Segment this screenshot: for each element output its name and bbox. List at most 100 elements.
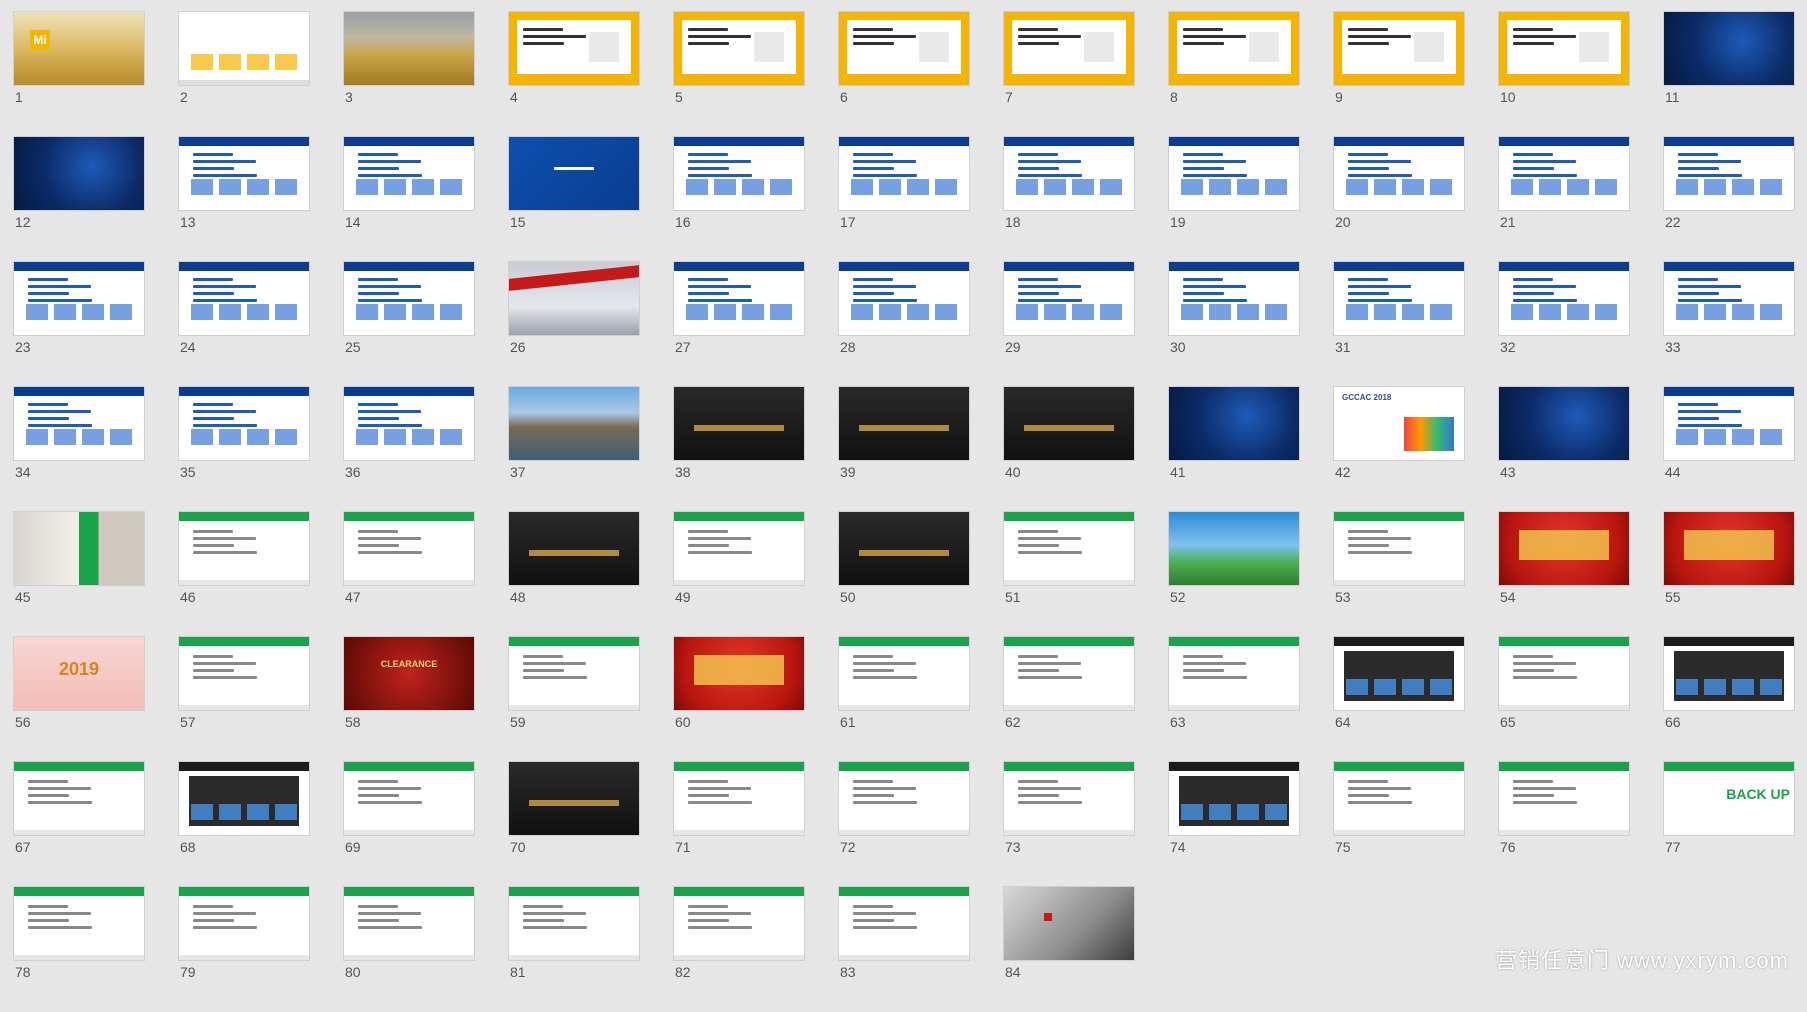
slide-thumbnail-75[interactable]: 75	[1334, 762, 1464, 887]
slide-preview[interactable]	[509, 762, 639, 835]
slide-preview[interactable]	[1664, 262, 1794, 335]
slide-preview[interactable]	[179, 387, 309, 460]
slide-thumbnail-44[interactable]: 44	[1664, 387, 1794, 512]
slide-thumbnail-63[interactable]: 63	[1169, 637, 1299, 762]
slide-thumbnail-69[interactable]: 69	[344, 762, 474, 887]
slide-preview[interactable]	[1169, 512, 1299, 585]
slide-thumbnail-53[interactable]: 53	[1334, 512, 1464, 637]
slide-thumbnail-58[interactable]: CLEARANCE 58	[344, 637, 474, 762]
slide-preview[interactable]	[14, 262, 144, 335]
slide-thumbnail-77[interactable]: BACK UP 77	[1664, 762, 1794, 887]
slide-preview[interactable]	[1499, 387, 1629, 460]
slide-thumbnail-16[interactable]: 16	[674, 137, 804, 262]
slide-preview[interactable]	[1004, 512, 1134, 585]
slide-preview[interactable]	[1169, 762, 1299, 835]
slide-thumbnail-47[interactable]: 47	[344, 512, 474, 637]
slide-preview[interactable]	[1004, 12, 1134, 85]
slide-thumbnail-4[interactable]: 4	[509, 12, 639, 137]
slide-preview[interactable]	[344, 512, 474, 585]
slide-preview[interactable]	[674, 762, 804, 835]
slide-preview[interactable]	[179, 137, 309, 210]
slide-thumbnail-11[interactable]: 11	[1664, 12, 1794, 137]
slide-preview[interactable]	[1499, 137, 1629, 210]
slide-preview[interactable]	[1499, 762, 1629, 835]
slide-thumbnail-60[interactable]: 60	[674, 637, 804, 762]
slide-thumbnail-45[interactable]: 45	[14, 512, 144, 637]
slide-preview[interactable]	[1664, 12, 1794, 85]
slide-thumbnail-54[interactable]: 54	[1499, 512, 1629, 637]
slide-preview[interactable]	[1334, 137, 1464, 210]
slide-preview[interactable]	[1334, 12, 1464, 85]
slide-thumbnail-80[interactable]: 80	[344, 887, 474, 1012]
slide-thumbnail-21[interactable]: 21	[1499, 137, 1629, 262]
slide-preview[interactable]	[1169, 262, 1299, 335]
slide-thumbnail-14[interactable]: 14	[344, 137, 474, 262]
slide-preview[interactable]	[674, 262, 804, 335]
slide-thumbnail-61[interactable]: 61	[839, 637, 969, 762]
slide-thumbnail-26[interactable]: 26	[509, 262, 639, 387]
slide-preview[interactable]: BACK UP	[1664, 762, 1794, 835]
slide-preview[interactable]	[1664, 387, 1794, 460]
slide-thumbnail-31[interactable]: 31	[1334, 262, 1464, 387]
slide-preview[interactable]	[1334, 262, 1464, 335]
slide-thumbnail-84[interactable]: 84	[1004, 887, 1134, 1012]
slide-thumbnail-34[interactable]: 34	[14, 387, 144, 512]
slide-preview[interactable]	[674, 12, 804, 85]
slide-preview[interactable]	[839, 387, 969, 460]
slide-preview[interactable]	[509, 387, 639, 460]
slide-thumbnail-42[interactable]: GCCAC 2018 42	[1334, 387, 1464, 512]
slide-preview[interactable]	[674, 637, 804, 710]
slide-preview[interactable]	[1664, 137, 1794, 210]
slide-preview[interactable]	[839, 887, 969, 960]
slide-preview[interactable]	[1664, 637, 1794, 710]
slide-thumbnail-50[interactable]: 50	[839, 512, 969, 637]
slide-preview[interactable]	[1499, 12, 1629, 85]
slide-preview[interactable]	[344, 12, 474, 85]
slide-thumbnail-17[interactable]: 17	[839, 137, 969, 262]
slide-preview[interactable]	[509, 512, 639, 585]
slide-preview[interactable]	[1004, 262, 1134, 335]
slide-thumbnail-40[interactable]: 40	[1004, 387, 1134, 512]
slide-thumbnail-79[interactable]: 79	[179, 887, 309, 1012]
slide-thumbnail-36[interactable]: 36	[344, 387, 474, 512]
slide-thumbnail-7[interactable]: 7	[1004, 12, 1134, 137]
slide-thumbnail-33[interactable]: 33	[1664, 262, 1794, 387]
slide-preview[interactable]	[1499, 637, 1629, 710]
slide-preview[interactable]	[14, 387, 144, 460]
slide-thumbnail-6[interactable]: 6	[839, 12, 969, 137]
slide-thumbnail-41[interactable]: 41	[1169, 387, 1299, 512]
slide-thumbnail-66[interactable]: 66	[1664, 637, 1794, 762]
slide-thumbnail-49[interactable]: 49	[674, 512, 804, 637]
slide-preview[interactable]	[839, 12, 969, 85]
slide-preview[interactable]	[14, 887, 144, 960]
slide-thumbnail-12[interactable]: 12	[14, 137, 144, 262]
slide-preview[interactable]	[1169, 137, 1299, 210]
slide-thumbnail-51[interactable]: 51	[1004, 512, 1134, 637]
slide-preview[interactable]	[839, 262, 969, 335]
slide-thumbnail-67[interactable]: 67	[14, 762, 144, 887]
slide-preview[interactable]	[1004, 762, 1134, 835]
slide-thumbnail-2[interactable]: 2	[179, 12, 309, 137]
slide-preview[interactable]	[1004, 387, 1134, 460]
slide-thumbnail-73[interactable]: 73	[1004, 762, 1134, 887]
slide-thumbnail-72[interactable]: 72	[839, 762, 969, 887]
slide-thumbnail-23[interactable]: 23	[14, 262, 144, 387]
slide-thumbnail-76[interactable]: 76	[1499, 762, 1629, 887]
slide-thumbnail-74[interactable]: 74	[1169, 762, 1299, 887]
slide-preview[interactable]	[674, 512, 804, 585]
slide-preview[interactable]	[179, 637, 309, 710]
slide-thumbnail-18[interactable]: 18	[1004, 137, 1134, 262]
slide-thumbnail-15[interactable]: 15	[509, 137, 639, 262]
slide-thumbnail-28[interactable]: 28	[839, 262, 969, 387]
slide-preview[interactable]: CLEARANCE	[344, 637, 474, 710]
slide-preview[interactable]	[179, 512, 309, 585]
slide-thumbnail-3[interactable]: 3	[344, 12, 474, 137]
slide-preview[interactable]: GCCAC 2018	[1334, 387, 1464, 460]
slide-preview[interactable]	[509, 262, 639, 335]
slide-preview[interactable]	[179, 887, 309, 960]
slide-preview[interactable]	[14, 137, 144, 210]
slide-preview[interactable]	[1334, 762, 1464, 835]
slide-preview[interactable]	[344, 887, 474, 960]
slide-thumbnail-32[interactable]: 32	[1499, 262, 1629, 387]
slide-preview[interactable]	[1334, 637, 1464, 710]
